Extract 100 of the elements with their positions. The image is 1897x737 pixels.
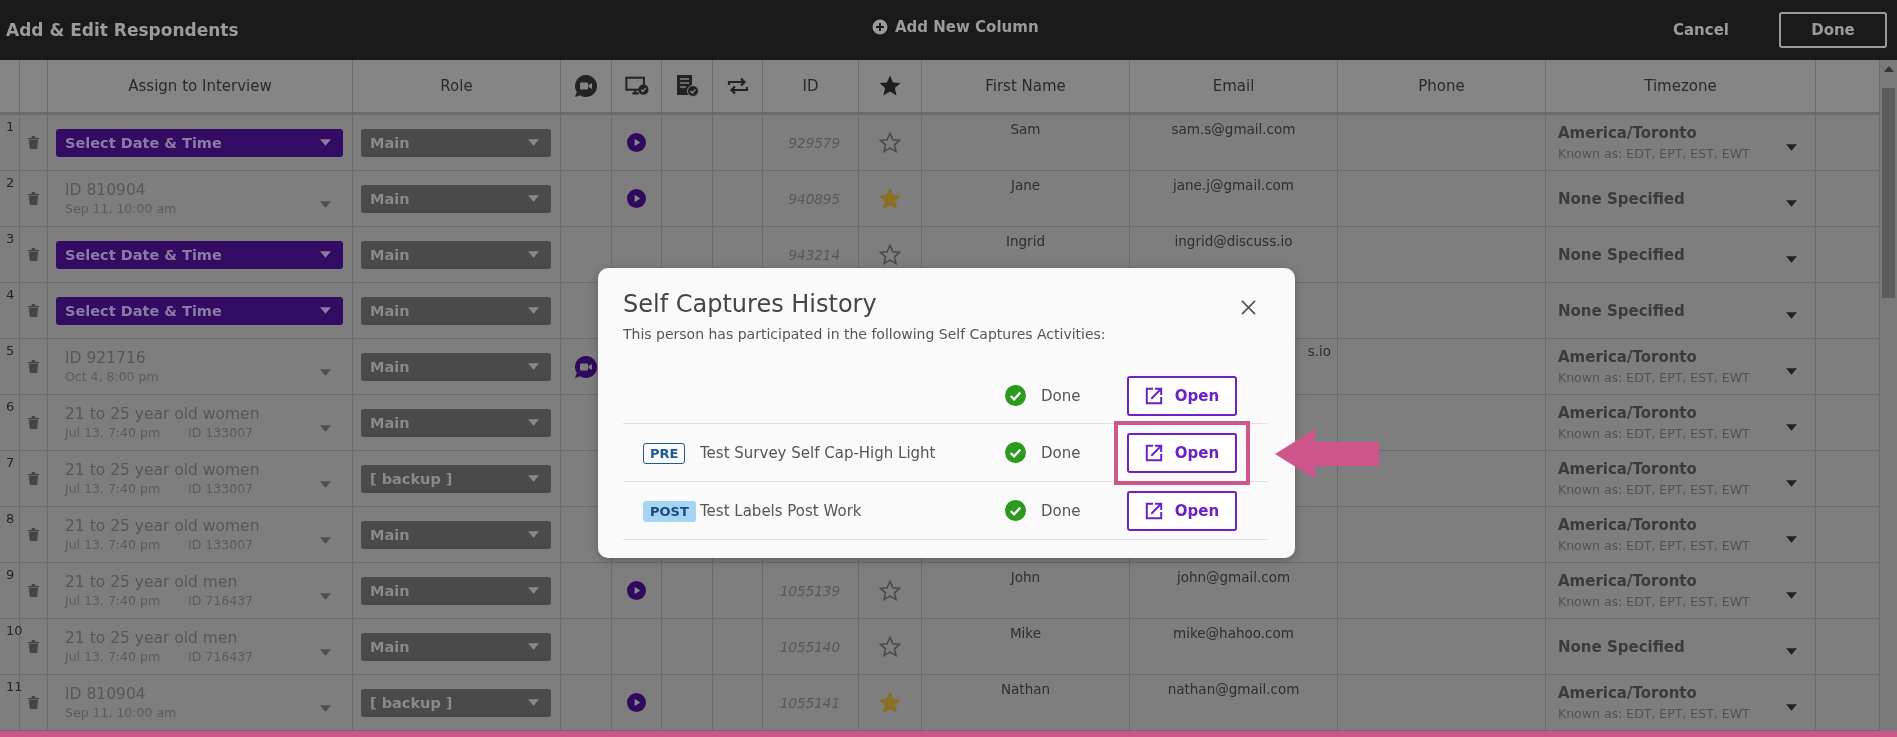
caret-icon — [320, 201, 331, 208]
trash-icon[interactable] — [28, 192, 39, 205]
caret-icon — [1786, 648, 1797, 655]
open-button[interactable]: Open — [1127, 375, 1237, 416]
activity-tag: PRE — [643, 443, 686, 464]
caret-icon — [320, 251, 331, 258]
open-button[interactable]: Open — [1127, 490, 1237, 531]
video-chat-icon[interactable] — [574, 354, 598, 379]
row-number: 8 — [6, 511, 15, 526]
star-icon[interactable] — [879, 243, 901, 266]
star-icon — [878, 74, 902, 98]
caret-icon — [320, 481, 331, 488]
row-number: 10 — [6, 623, 23, 638]
caret-icon — [1786, 256, 1797, 263]
trash-icon[interactable] — [28, 584, 39, 597]
timezone-name: America/Toronto — [1558, 124, 1698, 142]
caret-icon — [320, 139, 331, 146]
timezone-name: America/Toronto — [1558, 460, 1698, 478]
trash-icon[interactable] — [28, 472, 39, 485]
email: ingrid@discuss.io — [1174, 233, 1293, 249]
role-dropdown[interactable]: Main — [361, 352, 551, 381]
caret-icon — [528, 699, 539, 706]
check-circle-icon — [1005, 442, 1026, 463]
column-header: Email — [1212, 77, 1255, 95]
timezone-dropdown[interactable]: None Specified — [1558, 301, 1797, 320]
row-number: 5 — [6, 343, 15, 358]
trash-icon[interactable] — [28, 416, 39, 429]
role-dropdown[interactable]: [ backup ] — [361, 464, 551, 493]
play-icon[interactable] — [627, 189, 646, 208]
timezone-name: America/Toronto — [1558, 572, 1698, 590]
activity-name: Test Labels Post Work — [700, 502, 862, 520]
role-dropdown[interactable]: Main — [361, 240, 551, 269]
caret-icon — [320, 307, 331, 314]
first-name: Ingrid — [1006, 233, 1045, 249]
caret-icon — [1786, 536, 1797, 543]
activity-status: Done — [1041, 386, 1081, 405]
role-dropdown[interactable]: Main — [361, 576, 551, 605]
column-header: Assign to Interview — [128, 77, 272, 95]
timezone-name: None Specified — [1558, 301, 1685, 320]
email: nathan@gmail.com — [1167, 681, 1300, 697]
caret-icon — [1786, 592, 1797, 599]
date-time-dropdown[interactable]: Select Date & Time — [56, 128, 343, 157]
caret-icon — [528, 363, 539, 370]
video-chat-icon — [574, 74, 598, 98]
role-dropdown[interactable]: [ backup ] — [361, 688, 551, 717]
cancel-button[interactable]: Cancel — [1667, 20, 1735, 40]
timezone-name: None Specified — [1558, 245, 1685, 264]
first-name: Sam — [1010, 121, 1041, 137]
email: sam.s@gmail.com — [1171, 121, 1296, 137]
role-dropdown[interactable]: Main — [361, 296, 551, 325]
done-button[interactable]: Done — [1779, 12, 1887, 48]
star-icon[interactable] — [879, 635, 901, 658]
external-link-icon — [1144, 501, 1163, 520]
role-dropdown[interactable]: Main — [361, 408, 551, 437]
caret-icon — [528, 643, 539, 650]
role-dropdown[interactable]: Main — [361, 128, 551, 157]
star-icon[interactable] — [879, 579, 901, 602]
email: s.io — [1307, 343, 1331, 359]
caret-icon — [320, 425, 331, 432]
role-dropdown[interactable]: Main — [361, 632, 551, 661]
scrollbar[interactable] — [1880, 60, 1897, 731]
timezone-name: None Specified — [1558, 637, 1685, 656]
add-column-button[interactable]: Add New Column — [868, 14, 1043, 40]
caret-icon — [1786, 424, 1797, 431]
email: jane.j@gmail.com — [1172, 177, 1294, 193]
timezone-dropdown[interactable]: None Specified — [1558, 189, 1797, 208]
caret-icon — [528, 195, 539, 202]
trash-icon[interactable] — [28, 248, 39, 261]
role-dropdown[interactable]: Main — [361, 520, 551, 549]
scroll-up-icon[interactable] — [1884, 66, 1894, 72]
row-number: 1 — [6, 119, 15, 134]
row-number: 3 — [6, 231, 15, 246]
trash-icon[interactable] — [28, 528, 39, 541]
trash-icon[interactable] — [28, 696, 39, 709]
column-header: Phone — [1418, 77, 1465, 95]
date-time-dropdown[interactable]: Select Date & Time — [56, 240, 343, 269]
date-time-dropdown[interactable]: Select Date & Time — [56, 296, 343, 325]
trash-icon[interactable] — [28, 136, 39, 149]
row-number: 6 — [6, 399, 15, 414]
caret-icon — [1786, 704, 1797, 711]
first-name: Mike — [1009, 625, 1041, 641]
activity-tag: POST — [643, 501, 696, 522]
timezone-dropdown[interactable]: None Specified — [1558, 245, 1797, 264]
play-icon[interactable] — [627, 581, 646, 600]
trash-icon[interactable] — [28, 640, 39, 653]
open-button[interactable]: Open — [1127, 432, 1237, 473]
star-icon[interactable] — [879, 131, 901, 154]
trash-icon[interactable] — [28, 360, 39, 373]
play-icon[interactable] — [627, 133, 646, 152]
check-circle-icon — [1005, 385, 1026, 406]
timezone-dropdown[interactable]: None Specified — [1558, 637, 1797, 656]
star-icon[interactable] — [879, 691, 901, 714]
scrollbar-thumb[interactable] — [1882, 88, 1895, 298]
caret-icon — [320, 369, 331, 376]
role-dropdown[interactable]: Main — [361, 184, 551, 213]
activity-status: Done — [1041, 501, 1081, 520]
play-icon[interactable] — [627, 693, 646, 712]
trash-icon[interactable] — [28, 304, 39, 317]
star-icon[interactable] — [879, 187, 901, 210]
close-icon[interactable] — [1241, 299, 1256, 315]
